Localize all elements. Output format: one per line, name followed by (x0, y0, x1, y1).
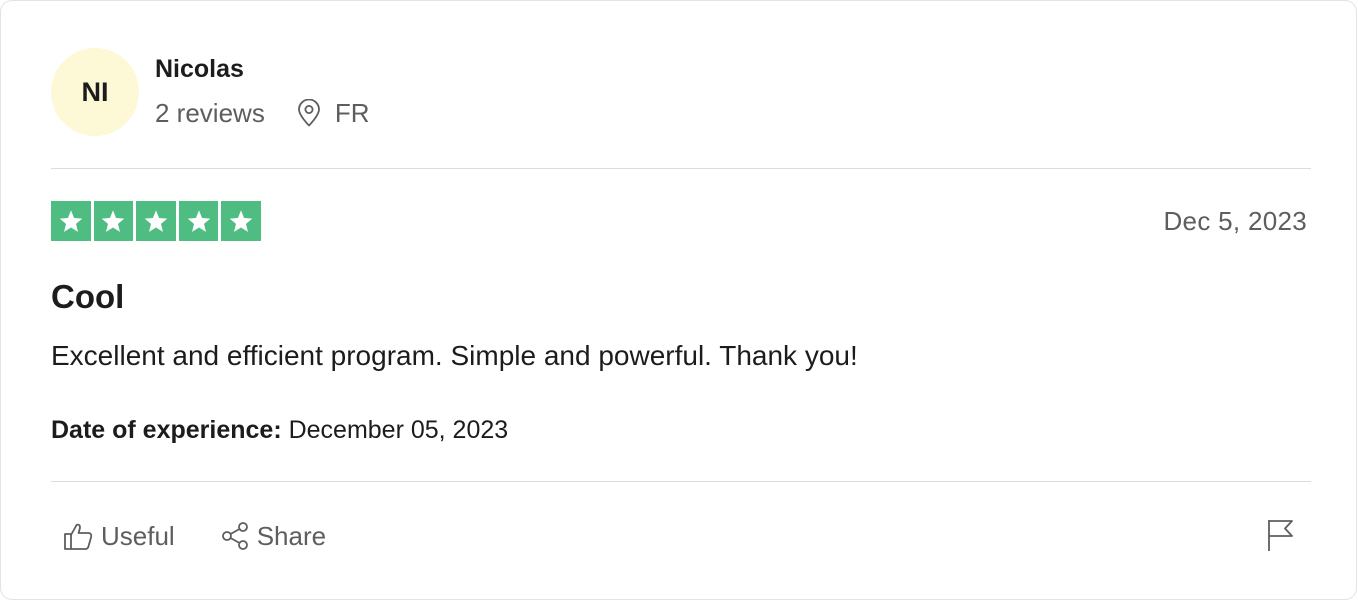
experience-label: Date of experience: (51, 416, 282, 444)
avatar-initials: NI (81, 76, 109, 107)
star-icon (102, 210, 125, 232)
date-of-experience: Date of experience: December 05, 2023 (51, 413, 508, 447)
useful-label: Useful (101, 520, 175, 551)
share-icon (221, 522, 248, 550)
country-code: FR (334, 97, 370, 128)
consumer-location: FR (297, 98, 370, 129)
star-icon (229, 210, 253, 232)
useful-button[interactable]: Useful (63, 521, 175, 552)
footer-divider (51, 481, 1311, 482)
avatar[interactable]: NI (51, 48, 139, 136)
thumbs-up-icon (64, 523, 93, 550)
review-actions: Useful Share (63, 514, 326, 558)
share-button[interactable]: Share (221, 521, 326, 552)
reviews-count: 2 reviews (155, 97, 265, 128)
star-icon (144, 210, 168, 232)
share-label: Share (256, 520, 327, 551)
star-icon (187, 210, 210, 232)
star-3 (136, 201, 176, 241)
star-4 (178, 201, 219, 241)
star-5 (221, 201, 261, 241)
star-rating (51, 201, 261, 241)
star-icon (59, 210, 83, 232)
review-text: Excellent and efficient program. Simple … (51, 340, 858, 371)
star-2 (93, 201, 134, 241)
review-title[interactable]: Cool (51, 275, 124, 319)
map-pin-icon (297, 99, 320, 127)
consumer-name[interactable]: Nicolas (155, 53, 244, 85)
experience-date: December 05, 2023 (288, 416, 509, 444)
report-button[interactable] (1266, 518, 1294, 557)
review-date: Dec 5, 2023 (1163, 206, 1307, 236)
header-divider (51, 168, 1311, 169)
star-1 (51, 201, 91, 241)
review-card: NI Nicolas 2 reviews FR Dec 5, 2023 Cool… (0, 0, 1357, 600)
consumer-meta: 2 reviews FR (155, 96, 370, 130)
flag-icon (1268, 520, 1293, 551)
